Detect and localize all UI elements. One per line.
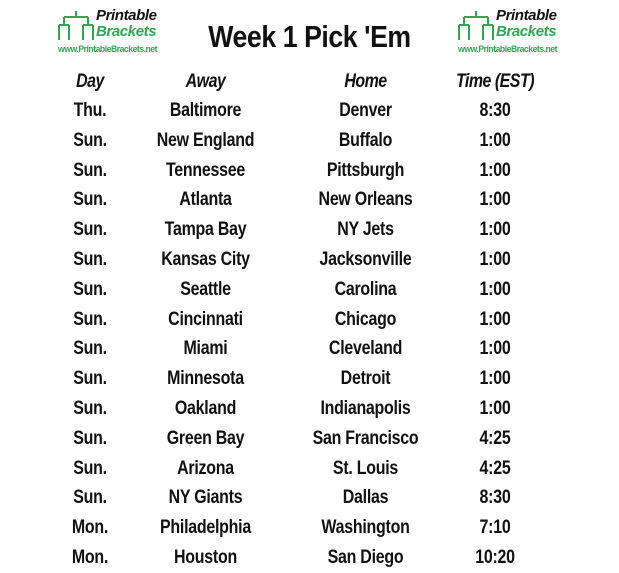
table-row: Sun. Kansas City Jacksonville 1:00 (0, 245, 619, 275)
cell-day: Sun. (73, 219, 107, 241)
cell-time: 1:00 (479, 278, 511, 300)
cell-day: Sun. (73, 487, 107, 509)
cell-away: Minnesota (167, 368, 244, 390)
table-row: Sun. Tennessee Pittsburgh 1:00 (0, 156, 619, 186)
table-row: Sun. Green Bay San Francisco 4:25 (0, 424, 619, 454)
cell-time: 1:00 (479, 189, 511, 211)
cell-time: 1:00 (479, 159, 511, 181)
cell-home: St. Louis (332, 457, 399, 479)
cell-away: Seattle (180, 278, 231, 300)
cell-away: Atlanta (179, 189, 232, 211)
cell-home: Carolina (334, 278, 397, 300)
table-row: Sun. Tampa Bay NY Jets 1:00 (0, 215, 619, 245)
cell-away: Baltimore (169, 100, 242, 121)
cell-day: Thu. (73, 100, 107, 121)
schedule-table: Day Away Home Time (EST) Thu. Baltimore … (0, 68, 619, 573)
logo-right[interactable]: Printable Brackets www.PrintableBrackets… (458, 8, 570, 60)
cell-home: Indianapolis (320, 397, 411, 419)
cell-home: Dallas (342, 487, 389, 509)
cell-away: NY Giants (168, 487, 243, 509)
column-header-home: Home (344, 71, 387, 92)
cell-day: Sun. (73, 189, 107, 211)
table-row: Sun. NY Giants Dallas 8:30 (0, 483, 619, 513)
table-row: Sun. Miami Cleveland 1:00 (0, 334, 619, 364)
cell-home: Buffalo (338, 129, 393, 151)
cell-day: Sun. (73, 397, 107, 419)
cell-time: 8:30 (479, 487, 511, 509)
cell-away: Tennessee (165, 159, 246, 181)
table-row: Thu. Baltimore Denver 8:30 (0, 96, 619, 126)
cell-home: San Diego (327, 546, 404, 568)
cell-away: Cincinnati (168, 308, 243, 330)
cell-away: Tampa Bay (164, 219, 247, 241)
column-header-day: Day (76, 71, 104, 92)
table-row: Sun. Arizona St. Louis 4:25 (0, 454, 619, 484)
cell-home: Denver (339, 100, 392, 121)
cell-home: San Francisco (312, 427, 419, 449)
cell-time: 1:00 (479, 129, 511, 151)
cell-home: Chicago (334, 308, 397, 330)
cell-away: Philadelphia (159, 517, 251, 539)
table-row: Sun. Minnesota Detroit 1:00 (0, 364, 619, 394)
cell-time: 1:00 (479, 308, 511, 330)
cell-away: Arizona (177, 457, 234, 479)
table-row: Mon. Philadelphia Washington 7:10 (0, 513, 619, 543)
table-row: Sun. Atlanta New Orleans 1:00 (0, 185, 619, 215)
cell-time: 7:10 (479, 517, 511, 539)
cell-time: 4:25 (479, 457, 511, 479)
cell-time: 1:00 (479, 338, 511, 360)
column-header-time: Time (EST) (455, 71, 535, 92)
cell-time: 1:00 (479, 248, 511, 270)
cell-day: Sun. (73, 159, 107, 181)
tournament-bracket-icon (458, 10, 494, 42)
table-row: Sun. New England Buffalo 1:00 (0, 126, 619, 156)
table-row: Sun. Cincinnati Chicago 1:00 (0, 305, 619, 335)
table-row: Sun. Seattle Carolina 1:00 (0, 275, 619, 305)
cell-home: NY Jets (337, 219, 394, 241)
cell-away: Kansas City (161, 248, 250, 270)
cell-day: Sun. (73, 338, 107, 360)
cell-away: Green Bay (166, 427, 245, 449)
pickem-sheet: Printable Brackets www.PrintableBrackets… (0, 0, 619, 569)
cell-day: Mon. (71, 517, 109, 539)
cell-time: 1:00 (479, 368, 511, 390)
table-header-row: Day Away Home Time (EST) (0, 68, 619, 96)
table-row: Mon. Houston San Diego 10:20 (0, 543, 619, 573)
cell-day: Sun. (73, 278, 107, 300)
cell-away: Miami (183, 338, 228, 360)
cell-time: 1:00 (479, 397, 511, 419)
cell-day: Sun. (73, 427, 107, 449)
cell-day: Sun. (73, 457, 107, 479)
logo-word-brackets: Brackets (496, 23, 557, 40)
cell-home: Pittsburgh (326, 159, 405, 181)
cell-home: Cleveland (328, 338, 403, 360)
logo-right-wordmark: Printable Brackets (496, 8, 557, 40)
cell-home: Washington (321, 517, 410, 539)
cell-day: Sun. (73, 248, 107, 270)
cell-away: New England (156, 129, 255, 151)
cell-day: Mon. (71, 546, 109, 568)
cell-home: Detroit (340, 368, 391, 390)
column-header-away: Away (185, 71, 226, 92)
cell-day: Sun. (73, 368, 107, 390)
cell-home: Jacksonville (319, 248, 412, 270)
cell-time: 1:00 (479, 219, 511, 241)
cell-away: Oakland (174, 397, 237, 419)
logo-right-row: Printable Brackets (458, 8, 570, 44)
logo-word-printable: Printable (496, 7, 557, 24)
sheet-header: Printable Brackets www.PrintableBrackets… (0, 0, 619, 68)
logo-right-url[interactable]: www.PrintableBrackets.net (458, 44, 566, 54)
table-row: Sun. Oakland Indianapolis 1:00 (0, 394, 619, 424)
cell-time: 10:20 (475, 546, 515, 568)
cell-time: 8:30 (479, 100, 511, 121)
cell-day: Sun. (73, 129, 107, 151)
cell-day: Sun. (73, 308, 107, 330)
cell-time: 4:25 (479, 427, 511, 449)
cell-away: Houston (174, 546, 237, 568)
cell-home: New Orleans (318, 189, 413, 211)
